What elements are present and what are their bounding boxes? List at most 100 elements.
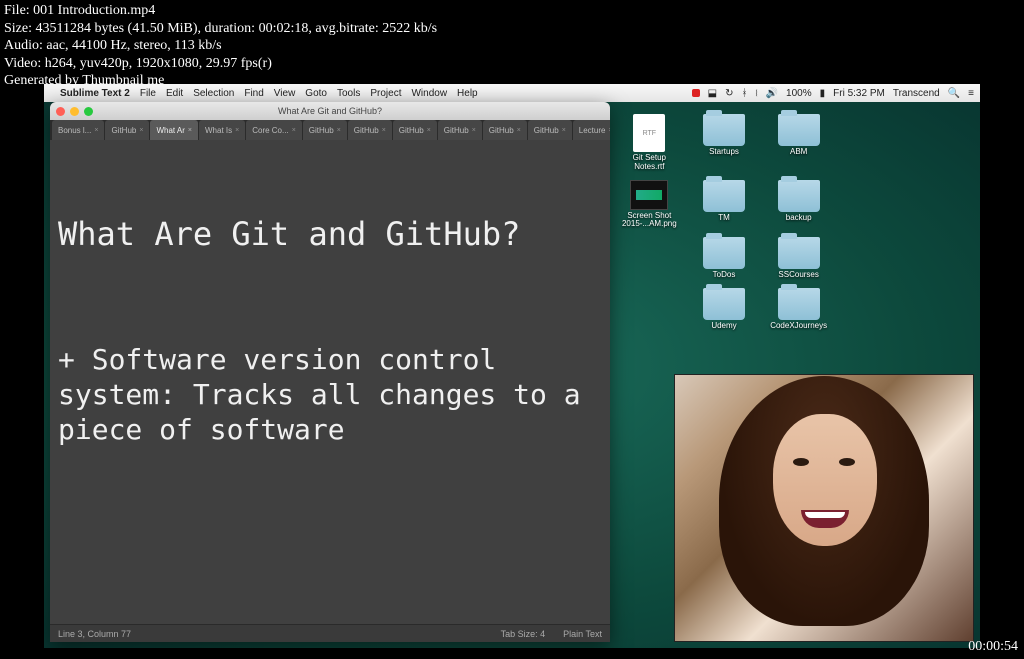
desktop-icon[interactable]: RTF Git Setup Notes.rtf: [614, 114, 685, 172]
wifi-icon[interactable]: ⧙: [756, 88, 758, 99]
tab-close-icon[interactable]: ×: [337, 127, 341, 134]
overlay-video: Video: h264, yuv420p, 1920x1080, 29.97 f…: [4, 55, 437, 73]
folder-icon: [778, 180, 820, 212]
folder-icon: [778, 288, 820, 320]
folder-icon: [703, 114, 745, 146]
editor-area[interactable]: What Are Git and GitHub? + Software vers…: [50, 140, 610, 624]
editor-tab[interactable]: Bonus l...×: [52, 120, 104, 140]
desktop-icon-grid: RTF Git Setup Notes.rtf Startups ABM Screen …: [614, 114, 834, 331]
desktop-icon[interactable]: Screen Shot 2015-...AM.png: [614, 180, 685, 230]
editor-tab[interactable]: GitHub×: [105, 120, 149, 140]
desktop-icon[interactable]: Udemy: [689, 288, 760, 331]
spotlight-icon[interactable]: 🔍: [948, 88, 960, 99]
desktop-icon-label: ToDos: [713, 271, 736, 280]
desktop-icon[interactable]: backup: [763, 180, 834, 230]
folder-icon: [778, 114, 820, 146]
tab-close-icon[interactable]: ×: [427, 127, 431, 134]
tab-label: GitHub: [534, 126, 559, 135]
editor-tab[interactable]: Core Co... ×: [246, 120, 302, 140]
overlay-file: File: 001 Introduction.mp4: [4, 2, 437, 20]
tab-close-icon[interactable]: ×: [382, 127, 386, 134]
editor-tab[interactable]: What Ar ×: [150, 120, 198, 140]
editor-tab[interactable]: GitHub×: [303, 120, 347, 140]
overlay-audio: Audio: aac, 44100 Hz, stereo, 113 kb/s: [4, 37, 437, 55]
tab-close-icon[interactable]: ×: [188, 127, 192, 134]
clock[interactable]: Fri 5:32 PM: [833, 88, 885, 99]
bluetooth-icon[interactable]: ᚼ: [742, 88, 748, 99]
desktop-icon[interactable]: SSCourses: [763, 237, 834, 280]
folder-icon: [778, 237, 820, 269]
sync-icon[interactable]: ↻: [725, 88, 733, 99]
editor-tab[interactable]: What Is×: [199, 120, 245, 140]
notification-center-icon[interactable]: ≡: [968, 88, 974, 99]
desktop-icon-label: SSCourses: [778, 271, 818, 280]
webcam-feed: [675, 375, 973, 641]
sublime-text-window: What Are Git and GitHub? Bonus l...×GitH…: [50, 102, 610, 642]
editor-tab[interactable]: Lecture×: [573, 120, 610, 140]
window-titlebar[interactable]: What Are Git and GitHub?: [50, 102, 610, 120]
overlay-generator: Generated by Thumbnail me: [4, 72, 437, 90]
tab-label: What Ar: [156, 126, 184, 135]
status-tab-size[interactable]: Tab Size: 4: [501, 629, 546, 639]
window-title: What Are Git and GitHub?: [50, 106, 610, 116]
tab-label: GitHub: [444, 126, 469, 135]
mac-desktop: Sublime Text 2 File Edit Selection Find …: [44, 84, 980, 648]
desktop-icon[interactable]: ToDos: [689, 237, 760, 280]
tab-close-icon[interactable]: ×: [235, 127, 239, 134]
desktop-icon-label: Startups: [709, 148, 739, 157]
editor-body-text: + Software version control system: Track…: [58, 342, 602, 447]
editor-tab[interactable]: GitHub×: [438, 120, 482, 140]
desktop-icon-label: backup: [786, 214, 812, 223]
thumbnail-info-overlay: File: 001 Introduction.mp4 Size: 4351128…: [0, 0, 441, 92]
tab-label: Bonus l...: [58, 126, 91, 135]
tab-close-icon[interactable]: ×: [562, 127, 566, 134]
tab-close-icon[interactable]: ×: [292, 127, 296, 134]
tab-label: GitHub: [354, 126, 379, 135]
battery-percent[interactable]: 100%: [786, 88, 812, 99]
volume-icon[interactable]: 🔊: [766, 88, 778, 99]
desktop-icon-label: TM: [718, 214, 730, 223]
overlay-size: Size: 43511284 bytes (41.50 MiB), durati…: [4, 20, 437, 38]
desktop-icon[interactable]: ABM: [763, 114, 834, 172]
tab-label: Core Co...: [252, 126, 288, 135]
folder-icon: [703, 288, 745, 320]
tab-close-icon[interactable]: ×: [472, 127, 476, 134]
editor-heading-text: What Are Git and GitHub?: [58, 214, 602, 254]
sublime-statusbar: Line 3, Column 77 Tab Size: 4 Plain Text: [50, 624, 610, 642]
tab-label: Lecture: [579, 126, 606, 135]
tab-close-icon[interactable]: ×: [94, 127, 98, 134]
desktop-icon-label: Screen Shot 2015-...AM.png: [617, 212, 681, 230]
status-syntax[interactable]: Plain Text: [563, 629, 602, 639]
editor-tab[interactable]: GitHub×: [348, 120, 392, 140]
tab-close-icon[interactable]: ×: [139, 127, 143, 134]
desktop-icon[interactable]: Startups: [689, 114, 760, 172]
editor-tab[interactable]: GitHub×: [483, 120, 527, 140]
thumbnail-timestamp: 00:00:54: [968, 639, 1018, 655]
desktop-icon-label: Git Setup Notes.rtf: [617, 154, 681, 172]
webcam-overlay: [674, 374, 974, 642]
desktop-icon-label: CodeXJourneys: [770, 322, 827, 331]
image-file-icon: [630, 180, 668, 210]
desktop-icon[interactable]: CodeXJourneys: [763, 288, 834, 331]
tab-label: GitHub: [399, 126, 424, 135]
desktop-icon[interactable]: TM: [689, 180, 760, 230]
battery-icon[interactable]: ▮: [820, 88, 826, 99]
user-name[interactable]: Transcend: [893, 88, 940, 99]
tab-label: What Is: [205, 126, 232, 135]
tab-label: GitHub: [489, 126, 514, 135]
menubar-right: ⬓ ↻ ᚼ ⧙ 🔊 100% ▮ Fri 5:32 PM Transcend 🔍…: [692, 88, 974, 99]
tab-label: GitHub: [111, 126, 136, 135]
editor-tab[interactable]: GitHub×: [528, 120, 572, 140]
tab-label: GitHub: [309, 126, 334, 135]
editor-tab[interactable]: GitHub×: [393, 120, 437, 140]
dropbox-icon[interactable]: ⬓: [708, 88, 717, 99]
tab-close-icon[interactable]: ×: [608, 127, 610, 134]
recording-indicator-icon[interactable]: [692, 89, 700, 97]
status-cursor-position[interactable]: Line 3, Column 77: [58, 629, 131, 639]
presenter-face: [759, 402, 889, 572]
tab-close-icon[interactable]: ×: [517, 127, 521, 134]
folder-icon: [703, 180, 745, 212]
file-icon: RTF: [633, 114, 665, 152]
menu-help[interactable]: Help: [457, 88, 478, 99]
folder-icon: [703, 237, 745, 269]
